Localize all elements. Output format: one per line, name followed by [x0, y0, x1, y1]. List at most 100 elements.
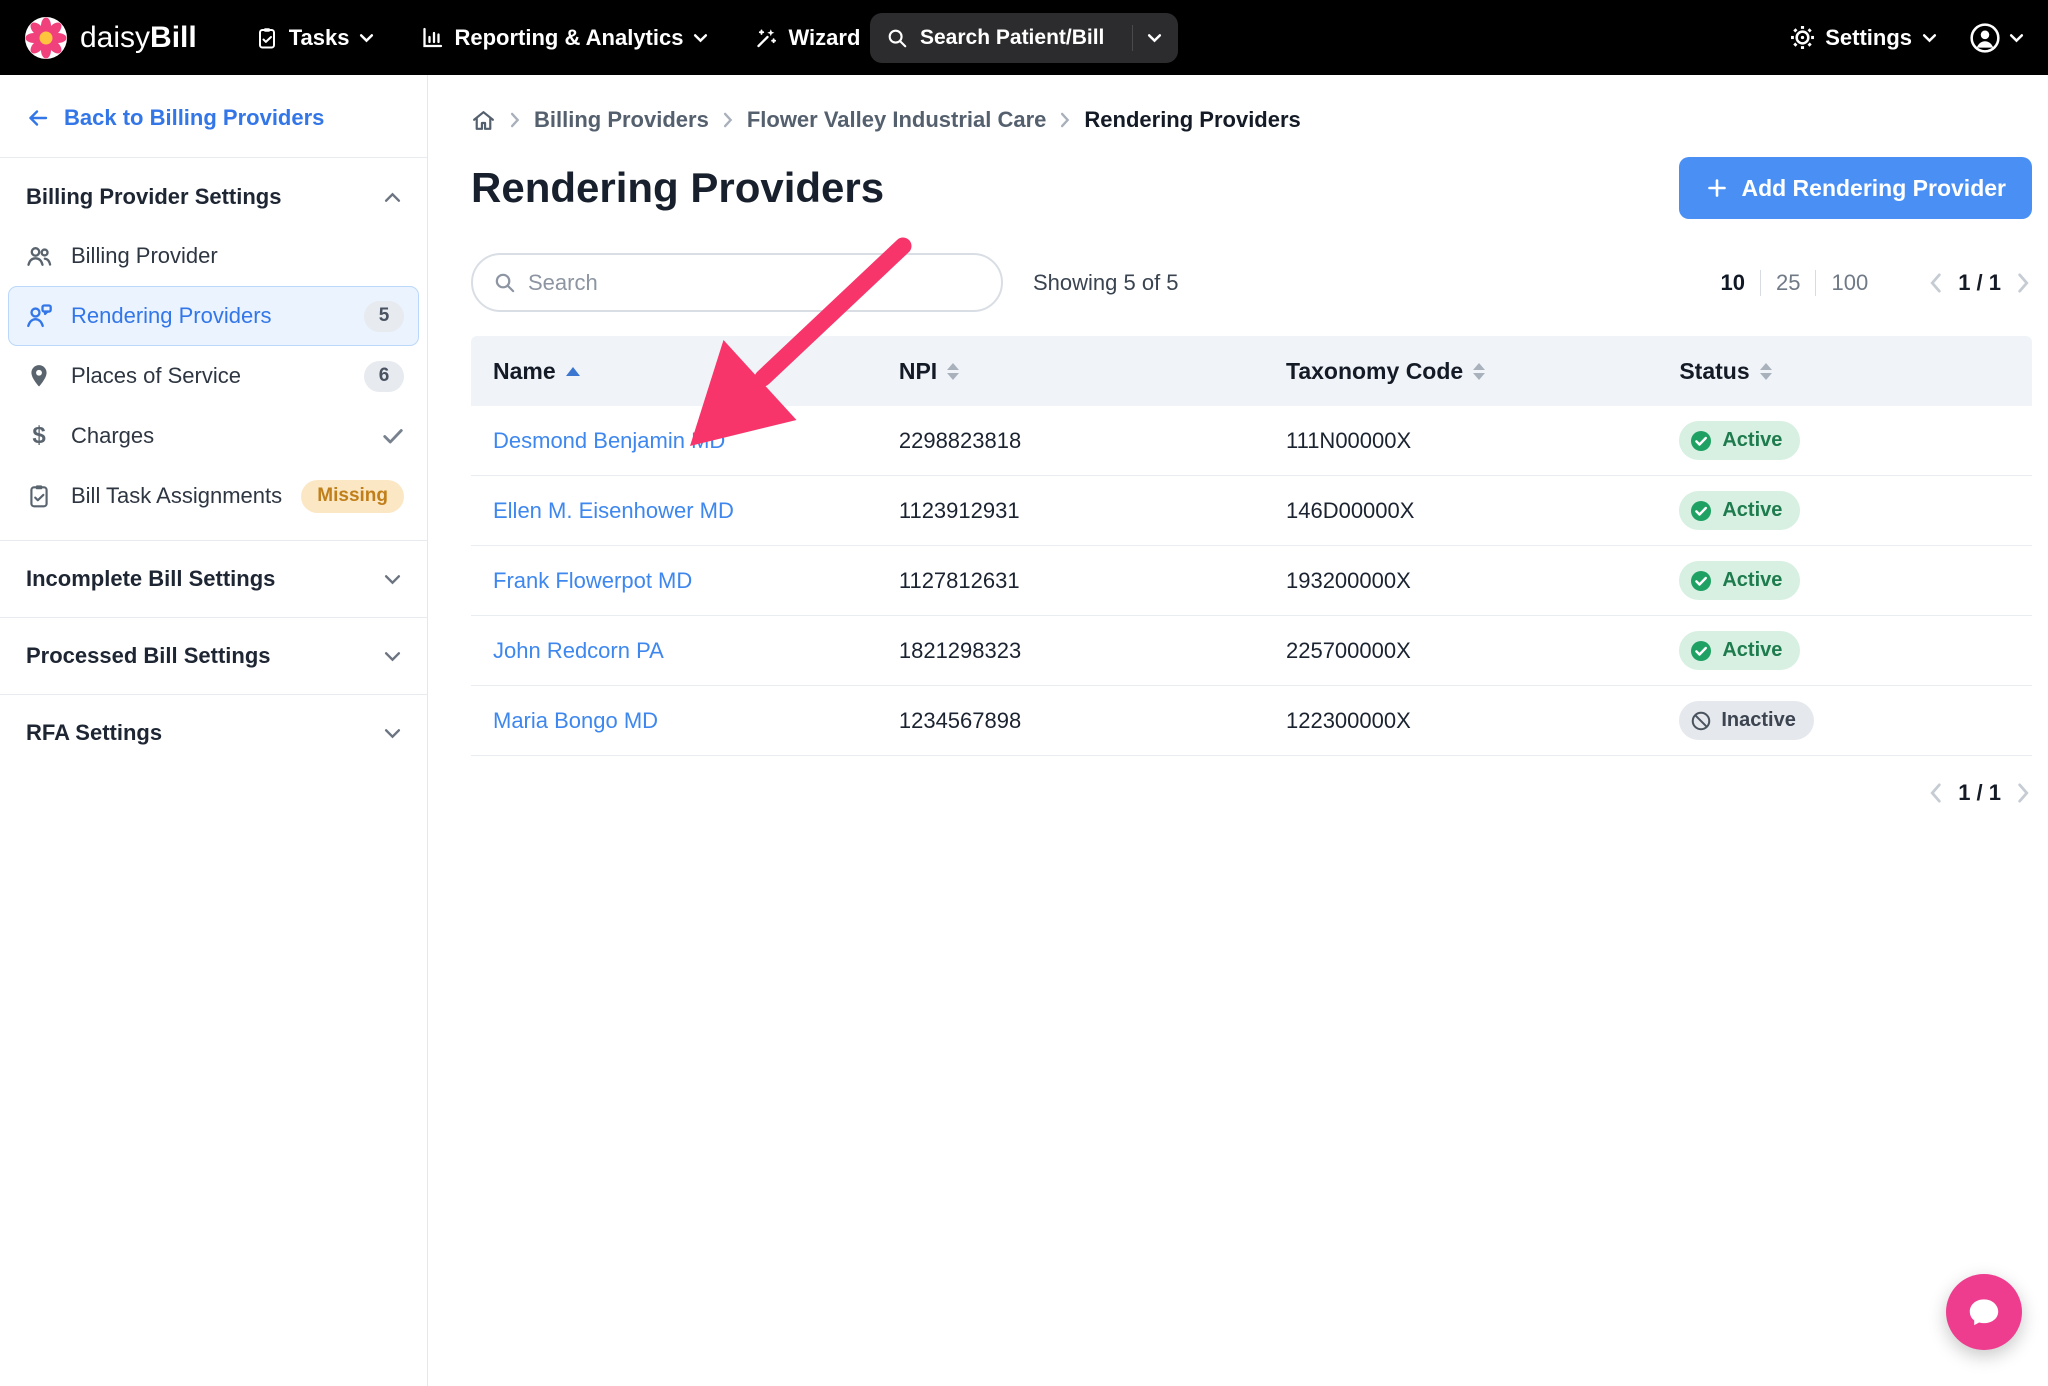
arrow-left-icon	[26, 106, 50, 130]
showing-count: Showing 5 of 5	[1033, 270, 1179, 296]
bar-chart-icon	[420, 26, 444, 50]
check-circle-icon	[1689, 499, 1713, 523]
sidebar-item-label: Bill Task Assignments	[71, 483, 282, 509]
section-incomplete-bill-settings[interactable]: Incomplete Bill Settings	[0, 541, 427, 617]
breadcrumb: Billing Providers Flower Valley Industri…	[471, 75, 2032, 135]
provider-name-link[interactable]: Frank Flowerpot MD	[493, 568, 692, 593]
sidebar-item-bill-task-assignments[interactable]: Bill Task Assignments Missing	[8, 466, 419, 526]
map-pin-icon	[23, 363, 55, 389]
nav-settings-label: Settings	[1825, 25, 1912, 51]
column-header-npi[interactable]: NPI	[877, 358, 1264, 385]
chevron-down-icon	[693, 33, 708, 43]
column-header-name[interactable]: Name	[471, 358, 877, 385]
nav-reporting-analytics[interactable]: Reporting & Analytics	[420, 25, 708, 51]
section-billing-provider-settings[interactable]: Billing Provider Settings	[0, 158, 427, 226]
back-to-billing-providers-link[interactable]: Back to Billing Providers	[0, 75, 427, 157]
nav-tasks[interactable]: Tasks	[255, 25, 375, 51]
npi-value: 1127812631	[877, 568, 1264, 594]
column-label: Taxonomy Code	[1286, 358, 1463, 385]
sidebar-item-rendering-providers[interactable]: Rendering Providers 5	[8, 286, 419, 346]
section-rfa-settings[interactable]: RFA Settings	[0, 695, 427, 771]
page-indicator: 1 / 1	[1958, 780, 2001, 806]
search-icon	[493, 271, 516, 294]
user-circle-icon	[1969, 22, 2001, 54]
section-title: Incomplete Bill Settings	[26, 566, 275, 592]
status-badge-inactive: Inactive	[1679, 701, 1813, 740]
sort-ascending-icon	[566, 367, 580, 376]
section-title: RFA Settings	[26, 720, 162, 746]
top-nav: daisyBill Tasks Reporting & Analytics	[0, 0, 2048, 75]
add-rendering-provider-button[interactable]: Add Rendering Provider	[1679, 157, 2032, 219]
page-size-selector: 10 25 100	[1706, 270, 1884, 296]
section-processed-bill-settings[interactable]: Processed Bill Settings	[0, 618, 427, 694]
nav-account-menu[interactable]	[1969, 22, 2024, 54]
chevron-down-icon	[1922, 33, 1937, 43]
next-page-button[interactable]	[2015, 270, 2032, 296]
status-label: Active	[1722, 639, 1782, 662]
prev-page-button[interactable]	[1927, 780, 1944, 806]
taxonomy-value: 146D00000X	[1264, 498, 1657, 524]
dollar-icon: $	[23, 422, 55, 450]
people-icon	[23, 242, 55, 270]
npi-value: 1234567898	[877, 708, 1264, 734]
next-page-button[interactable]	[2015, 780, 2032, 806]
breadcrumb-flower-valley[interactable]: Flower Valley Industrial Care	[747, 107, 1047, 133]
brand-name: daisyBill	[80, 21, 197, 55]
sidebar-item-places-of-service[interactable]: Places of Service 6	[8, 346, 419, 406]
sidebar-item-billing-provider[interactable]: Billing Provider	[8, 226, 419, 286]
chevron-down-icon	[384, 574, 401, 585]
search-input[interactable]	[528, 270, 981, 296]
npi-value: 1821298323	[877, 638, 1264, 664]
missing-badge: Missing	[301, 480, 404, 513]
global-search-label: Search Patient/Bill	[920, 26, 1104, 50]
pager-bottom: 1 / 1	[1927, 780, 2032, 806]
sidebar-item-charges[interactable]: $ Charges	[8, 406, 419, 466]
global-search-button[interactable]: Search Patient/Bill	[870, 13, 1178, 63]
column-label: Name	[493, 358, 556, 385]
column-label: Status	[1679, 358, 1749, 385]
table-header: Name NPI Taxonomy Code St	[471, 336, 2032, 406]
chevron-down-icon	[2009, 33, 2024, 43]
provider-name-link[interactable]: John Redcorn PA	[493, 638, 664, 663]
search-icon	[886, 27, 908, 49]
taxonomy-value: 111N00000X	[1264, 428, 1657, 454]
title-row: Rendering Providers Add Rendering Provid…	[471, 157, 2032, 219]
nav-settings[interactable]: Settings	[1790, 25, 1937, 51]
nav-wizard-label: Wizard	[788, 25, 860, 51]
provider-name-link[interactable]: Ellen M. Eisenhower MD	[493, 498, 734, 523]
nav-wizard[interactable]: Wizard	[754, 25, 885, 51]
chat-bubble-icon	[1964, 1292, 2004, 1332]
section-title: Billing Provider Settings	[26, 184, 281, 210]
chat-widget-button[interactable]	[1946, 1274, 2022, 1350]
check-circle-icon	[1689, 569, 1713, 593]
page-size-10[interactable]: 10	[1706, 270, 1760, 296]
sort-icon	[947, 363, 959, 380]
sort-icon	[1473, 363, 1485, 380]
brand-logo[interactable]: daisyBill	[24, 16, 197, 60]
home-icon[interactable]	[471, 108, 496, 133]
status-badge-active: Active	[1679, 631, 1800, 670]
slash-circle-icon	[1690, 710, 1712, 732]
column-header-taxonomy-code[interactable]: Taxonomy Code	[1264, 358, 1657, 385]
sidebar-items: Billing Provider Rendering Providers 5	[0, 226, 427, 540]
breadcrumb-billing-providers[interactable]: Billing Providers	[534, 107, 709, 133]
check-circle-icon	[1689, 639, 1713, 663]
gear-icon	[1790, 25, 1815, 50]
page-size-25[interactable]: 25	[1760, 270, 1815, 296]
page-title: Rendering Providers	[471, 164, 884, 212]
pagination-controls: 10 25 100 1 / 1	[1706, 270, 2033, 296]
provider-name-link[interactable]: Desmond Benjamin MD	[493, 428, 725, 453]
daisy-flower-icon	[24, 16, 68, 60]
provider-name-link[interactable]: Maria Bongo MD	[493, 708, 658, 733]
status-label: Inactive	[1721, 709, 1795, 732]
prev-page-button[interactable]	[1927, 270, 1944, 296]
tasks-clipboard-icon	[255, 26, 279, 50]
sidebar-item-label: Places of Service	[71, 363, 241, 389]
page-size-100[interactable]: 100	[1815, 270, 1883, 296]
nav-tasks-label: Tasks	[289, 25, 350, 51]
column-header-status[interactable]: Status	[1657, 358, 2032, 385]
chevron-right-icon	[723, 112, 733, 128]
add-button-label: Add Rendering Provider	[1741, 175, 2006, 202]
main-content: Billing Providers Flower Valley Industri…	[429, 75, 2048, 1386]
sidebar: Back to Billing Providers Billing Provid…	[0, 75, 428, 1386]
